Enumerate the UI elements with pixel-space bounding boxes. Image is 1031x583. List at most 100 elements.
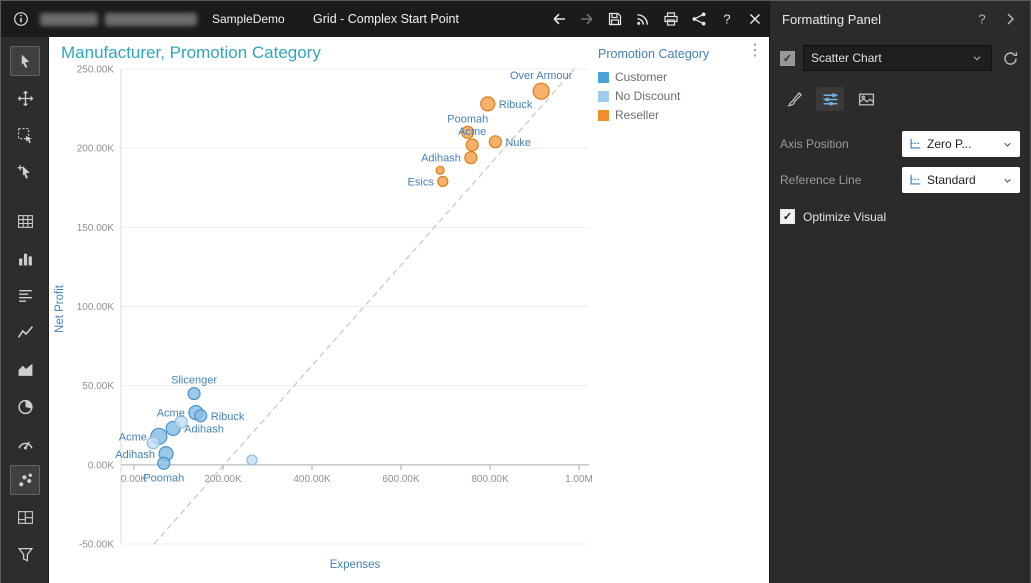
legend-swatch [598, 110, 609, 121]
legend-item-customer[interactable]: Customer [598, 70, 766, 84]
legend-item-reseller[interactable]: Reseller [598, 108, 766, 122]
point-label: Poomah [447, 113, 488, 125]
y-axis-title: Net Profit [54, 284, 66, 333]
point-label: Esics [408, 176, 435, 188]
point-label: Nuke [505, 137, 531, 149]
point-label: Acme [458, 126, 486, 138]
appearance-tab[interactable] [780, 87, 808, 111]
point-label: Adihash [115, 449, 155, 461]
data-feed-icon[interactable] [631, 7, 655, 31]
line-chart-item[interactable] [1, 315, 49, 349]
y-tick-label: 200.00K [77, 144, 115, 155]
axis-position-dropdown[interactable]: Zero P... [902, 131, 1020, 157]
style-tab[interactable] [852, 87, 880, 111]
point-no-discount-unlabeled[interactable] [147, 437, 159, 449]
legend-item-no-discount[interactable]: No Discount [598, 89, 766, 103]
share-icon[interactable] [687, 7, 711, 31]
rectangle-select-tool[interactable] [1, 118, 49, 152]
optimize-visual-checkbox[interactable] [780, 209, 795, 224]
point-reseller-esics[interactable] [438, 176, 448, 186]
point-label: Poomah [143, 472, 184, 484]
point-label: Adihash [421, 153, 461, 165]
point-customer-ribuck[interactable] [195, 410, 207, 422]
point-reseller-acme[interactable] [466, 139, 478, 151]
titlebar: SampleDemo Grid - Complex Start Point ? [1, 1, 771, 37]
pointer-tool[interactable] [1, 44, 49, 78]
scatter-chart-item[interactable] [1, 463, 49, 497]
x-tick-label: 1.00M [565, 474, 593, 485]
forward-icon[interactable] [575, 7, 599, 31]
help-icon[interactable]: ? [715, 7, 739, 31]
cards-item[interactable] [1, 278, 49, 312]
back-icon[interactable] [547, 7, 571, 31]
x-tick-label: 600.00K [382, 474, 420, 485]
point-reseller-over-armour[interactable] [533, 83, 549, 99]
point-customer-slicenger[interactable] [188, 388, 200, 400]
reference-line-label: Reference Line [780, 173, 861, 187]
point-reseller-ribuck[interactable] [481, 97, 495, 111]
legend: Promotion Category Customer No Discount Re… [598, 47, 766, 127]
print-icon[interactable] [659, 7, 683, 31]
area-icon [10, 354, 40, 384]
close-icon[interactable] [743, 7, 767, 31]
move-icon [10, 83, 40, 113]
reference-line-dropdown[interactable]: Standard [902, 167, 1020, 193]
axis-glyph-icon [908, 137, 922, 151]
point-label: Adihash [184, 423, 224, 435]
bar-chart-item[interactable] [1, 241, 49, 275]
legend-label: Reseller [615, 108, 659, 122]
formatting-tabs [780, 87, 1020, 111]
toolbox-sidebar [1, 37, 49, 583]
point-label: Slicenger [171, 375, 217, 387]
legend-title: Promotion Category [598, 47, 766, 61]
y-tick-label: -50.00K [79, 540, 114, 551]
point-label: Over Armour [510, 70, 573, 82]
grid-item[interactable] [1, 204, 49, 238]
chart-type-checkbox[interactable] [780, 51, 795, 66]
point-customer-poomah[interactable] [158, 457, 170, 469]
legend-label: No Discount [615, 89, 680, 103]
point-reseller-adihash[interactable] [465, 152, 477, 164]
treemap-icon [10, 502, 40, 532]
formatting-panel-title: Formatting Panel [782, 12, 881, 27]
chevron-down-icon [1001, 174, 1014, 187]
chart-item: 250.00K200.00K150.00K100.00K50.00K0.00K-… [49, 37, 771, 583]
panel-help-icon[interactable]: ? [972, 9, 992, 29]
save-icon[interactable] [603, 7, 627, 31]
filter-item[interactable] [1, 537, 49, 571]
treemap-item[interactable] [1, 500, 49, 534]
y-tick-label: 50.00K [82, 381, 114, 392]
axis-position-value: Zero P... [927, 137, 971, 151]
pick-tool[interactable] [1, 155, 49, 189]
reset-icon[interactable] [1000, 48, 1020, 68]
point-reseller-nuke[interactable] [489, 136, 501, 148]
formatting-panel-header: Formatting Panel ? [770, 1, 1030, 37]
svg-text:?: ? [723, 12, 730, 27]
point-label: Acme [119, 431, 147, 443]
area-chart-item[interactable] [1, 352, 49, 386]
move-tool[interactable] [1, 81, 49, 115]
axis-glyph-icon [908, 173, 922, 187]
y-tick-label: 150.00K [77, 223, 115, 234]
point-label: Ribuck [211, 411, 245, 423]
options-tab[interactable] [816, 87, 844, 111]
chevron-down-icon [970, 51, 984, 65]
y-tick-label: 0.00K [88, 460, 114, 471]
x-tick-label: 400.00K [293, 474, 331, 485]
point-no-discount-unlabeled[interactable] [247, 455, 257, 465]
chevron-down-icon [1001, 138, 1014, 151]
pick-icon [10, 157, 40, 187]
x-axis-title: Expenses [330, 559, 381, 571]
marquee-icon [10, 120, 40, 150]
pointer-icon [10, 46, 40, 76]
axis-position-label: Axis Position [780, 137, 849, 151]
x-tick-label: 200.00K [204, 474, 242, 485]
chart-type-combo[interactable]: Scatter Chart [803, 45, 992, 71]
pie-chart-item[interactable] [1, 389, 49, 423]
gauge-item[interactable] [1, 426, 49, 460]
point-reseller-unlabeled[interactable] [436, 166, 444, 174]
optimize-visual-label: Optimize Visual [803, 210, 886, 224]
formatting-panel: Formatting Panel ? Scatter Chart Axis Po… [769, 1, 1030, 583]
scatter-icon [10, 465, 40, 495]
panel-collapse-icon[interactable] [1000, 9, 1020, 29]
